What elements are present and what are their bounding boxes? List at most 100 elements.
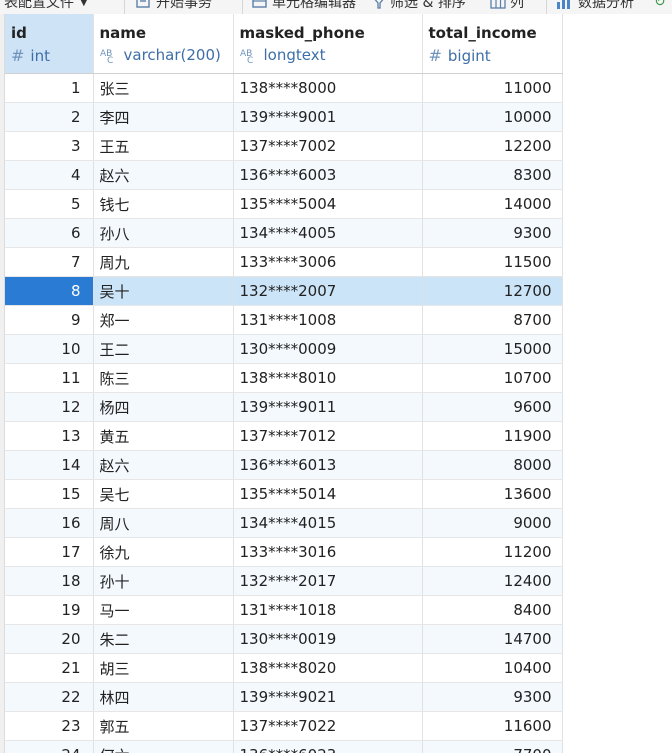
cell-masked-phone[interactable]: 133****3006 bbox=[233, 247, 423, 277]
cell-total-income[interactable]: 12700 bbox=[422, 276, 563, 306]
cell-masked-phone[interactable]: 135****5014 bbox=[233, 479, 423, 509]
table-row[interactable]: 11 陈三 138****8010 10700 bbox=[5, 363, 563, 393]
cell-total-income[interactable]: 11200 bbox=[422, 537, 563, 567]
table-row[interactable]: 23 郭五 137****7022 11600 bbox=[5, 711, 563, 741]
cell-id[interactable]: 16 bbox=[5, 508, 94, 538]
table-row[interactable]: 10 王二 130****0009 15000 bbox=[5, 334, 563, 364]
cell-name[interactable]: 赵六 bbox=[93, 160, 234, 190]
cell-name[interactable]: 郑一 bbox=[93, 305, 234, 335]
columns-button[interactable]: 列 bbox=[490, 0, 524, 12]
cell-name[interactable]: 何六 bbox=[93, 740, 234, 753]
cell-id[interactable]: 7 bbox=[5, 247, 94, 277]
cell-id[interactable]: 2 bbox=[5, 102, 94, 132]
cell-masked-phone[interactable]: 134****4005 bbox=[233, 218, 423, 248]
cell-total-income[interactable]: 11600 bbox=[422, 711, 563, 741]
cell-masked-phone[interactable]: 139****9011 bbox=[233, 392, 423, 422]
table-row[interactable]: 9 郑一 131****1008 8700 bbox=[5, 305, 563, 335]
cell-total-income[interactable]: 9300 bbox=[422, 682, 563, 712]
cell-id[interactable]: 9 bbox=[5, 305, 94, 335]
cell-id[interactable]: 8 bbox=[5, 276, 94, 306]
cell-id[interactable]: 6 bbox=[5, 218, 94, 248]
table-row[interactable]: 18 孙十 132****2017 12400 bbox=[5, 566, 563, 596]
cell-id[interactable]: 22 bbox=[5, 682, 94, 712]
column-header-id[interactable]: id # int bbox=[5, 14, 94, 74]
cell-masked-phone[interactable]: 131****1018 bbox=[233, 595, 423, 625]
cell-masked-phone[interactable]: 136****6003 bbox=[233, 160, 423, 190]
cell-name[interactable]: 钱七 bbox=[93, 189, 234, 219]
cell-name[interactable]: 孙八 bbox=[93, 218, 234, 248]
cell-name[interactable]: 周八 bbox=[93, 508, 234, 538]
table-row[interactable]: 14 赵六 136****6013 8000 bbox=[5, 450, 563, 480]
cell-total-income[interactable]: 11900 bbox=[422, 421, 563, 451]
cell-masked-phone[interactable]: 137****7012 bbox=[233, 421, 423, 451]
cell-total-income[interactable]: 14700 bbox=[422, 624, 563, 654]
cell-id[interactable]: 3 bbox=[5, 131, 94, 161]
cell-id[interactable]: 24 bbox=[5, 740, 94, 753]
chevron-down-icon[interactable]: ▼ bbox=[80, 0, 88, 8]
cell-masked-phone[interactable]: 137****7022 bbox=[233, 711, 423, 741]
table-row[interactable]: 1 张三 138****8000 11000 bbox=[5, 73, 563, 103]
cell-id[interactable]: 23 bbox=[5, 711, 94, 741]
table-row[interactable]: 19 马一 131****1018 8400 bbox=[5, 595, 563, 625]
cell-name[interactable]: 周九 bbox=[93, 247, 234, 277]
column-header-total-income[interactable]: total_income # bigint bbox=[422, 14, 563, 74]
cell-id[interactable]: 19 bbox=[5, 595, 94, 625]
cell-total-income[interactable]: 10400 bbox=[422, 653, 563, 683]
cell-masked-phone[interactable]: 136****6013 bbox=[233, 450, 423, 480]
cell-masked-phone[interactable]: 131****1008 bbox=[233, 305, 423, 335]
cell-name[interactable]: 赵六 bbox=[93, 450, 234, 480]
refresh-button[interactable]: ↻ bbox=[654, 0, 666, 12]
cell-name[interactable]: 王五 bbox=[93, 131, 234, 161]
filter-sort-button[interactable]: 筛选 & 排序 bbox=[372, 0, 466, 12]
cell-name[interactable]: 郭五 bbox=[93, 711, 234, 741]
cell-id[interactable]: 1 bbox=[5, 73, 94, 103]
cell-name[interactable]: 陈三 bbox=[93, 363, 234, 393]
cell-masked-phone[interactable]: 137****7002 bbox=[233, 131, 423, 161]
cell-id[interactable]: 15 bbox=[5, 479, 94, 509]
cell-name[interactable]: 朱二 bbox=[93, 624, 234, 654]
table-row[interactable]: 6 孙八 134****4005 9300 bbox=[5, 218, 563, 248]
cell-editor-button[interactable]: 单元格编辑器 bbox=[252, 0, 356, 12]
cell-total-income[interactable]: 11500 bbox=[422, 247, 563, 277]
table-row[interactable]: 2 李四 139****9001 10000 bbox=[5, 102, 563, 132]
cell-total-income[interactable]: 12200 bbox=[422, 131, 563, 161]
table-row[interactable]: 4 赵六 136****6003 8300 bbox=[5, 160, 563, 190]
cell-masked-phone[interactable]: 130****0009 bbox=[233, 334, 423, 364]
cell-masked-phone[interactable]: 132****2017 bbox=[233, 566, 423, 596]
cell-masked-phone[interactable]: 138****8020 bbox=[233, 653, 423, 683]
table-row[interactable]: 24何六136****60237700 bbox=[5, 740, 563, 753]
cell-masked-phone[interactable]: 139****9021 bbox=[233, 682, 423, 712]
cell-name[interactable]: 吴十 bbox=[93, 276, 234, 306]
cell-id[interactable]: 10 bbox=[5, 334, 94, 364]
table-row[interactable]: 16 周八 134****4015 9000 bbox=[5, 508, 563, 538]
cell-masked-phone[interactable]: 138****8010 bbox=[233, 363, 423, 393]
cell-name[interactable]: 吴七 bbox=[93, 479, 234, 509]
cell-masked-phone[interactable]: 133****3016 bbox=[233, 537, 423, 567]
cell-total-income[interactable]: 9000 bbox=[422, 508, 563, 538]
cell-id[interactable]: 14 bbox=[5, 450, 94, 480]
table-row[interactable]: 12 杨四 139****9011 9600 bbox=[5, 392, 563, 422]
cell-masked-phone[interactable]: 130****0019 bbox=[233, 624, 423, 654]
table-row[interactable]: 17 徐九 133****3016 11200 bbox=[5, 537, 563, 567]
cell-id[interactable]: 18 bbox=[5, 566, 94, 596]
cell-id[interactable]: 12 bbox=[5, 392, 94, 422]
cell-total-income[interactable]: 8300 bbox=[422, 160, 563, 190]
cell-total-income[interactable]: 7700 bbox=[422, 740, 563, 753]
table-row[interactable]: 15 吴七 135****5014 13600 bbox=[5, 479, 563, 509]
cell-name[interactable]: 徐九 bbox=[93, 537, 234, 567]
table-config-button[interactable]: 表配置文件 ▼ bbox=[4, 0, 88, 12]
cell-id[interactable]: 21 bbox=[5, 653, 94, 683]
cell-total-income[interactable]: 13600 bbox=[422, 479, 563, 509]
table-row[interactable]: 20 朱二 130****0019 14700 bbox=[5, 624, 563, 654]
data-analysis-button[interactable]: 数据分析 bbox=[556, 0, 634, 12]
cell-total-income[interactable]: 14000 bbox=[422, 189, 563, 219]
cell-total-income[interactable]: 8400 bbox=[422, 595, 563, 625]
table-row[interactable]: 7 周九 133****3006 11500 bbox=[5, 247, 563, 277]
cell-name[interactable]: 黄五 bbox=[93, 421, 234, 451]
cell-masked-phone[interactable]: 135****5004 bbox=[233, 189, 423, 219]
cell-id[interactable]: 13 bbox=[5, 421, 94, 451]
cell-total-income[interactable]: 9600 bbox=[422, 392, 563, 422]
cell-total-income[interactable]: 10700 bbox=[422, 363, 563, 393]
cell-id[interactable]: 20 bbox=[5, 624, 94, 654]
cell-name[interactable]: 胡三 bbox=[93, 653, 234, 683]
